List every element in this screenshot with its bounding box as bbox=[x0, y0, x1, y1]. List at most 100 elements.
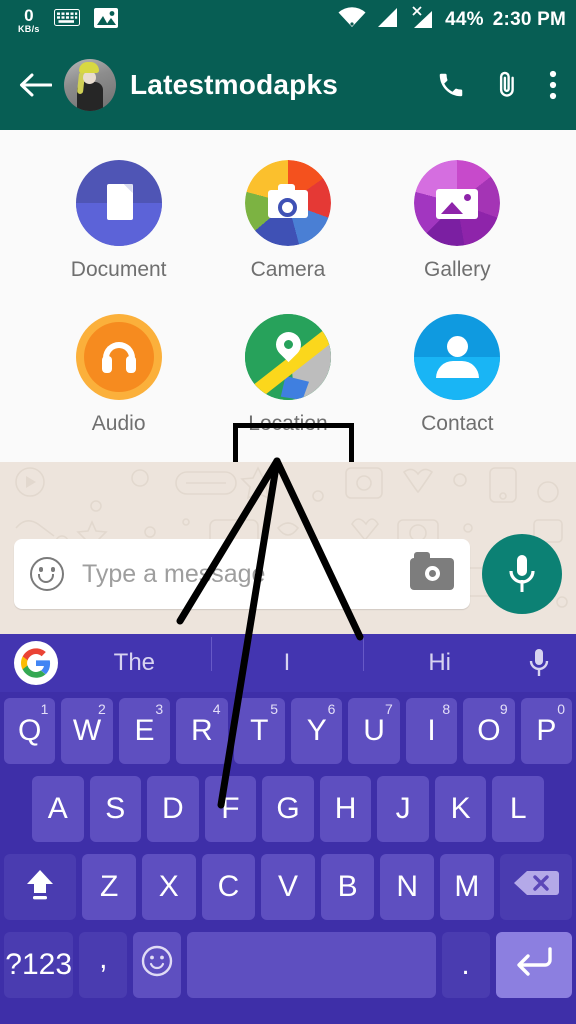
emoji-key[interactable] bbox=[133, 932, 181, 998]
key-l[interactable]: L bbox=[492, 776, 545, 842]
key-y[interactable]: Y6 bbox=[291, 698, 343, 764]
key-label: S bbox=[105, 792, 126, 825]
key-sup: 3 bbox=[155, 701, 164, 717]
wifi-icon bbox=[338, 7, 366, 33]
contact-person-icon bbox=[414, 314, 501, 400]
audio-icon-earcup-right bbox=[125, 356, 136, 373]
suggestion-2[interactable]: I bbox=[210, 637, 364, 677]
key-label: P bbox=[536, 714, 557, 747]
attachment-option-location[interactable]: Location bbox=[203, 298, 372, 452]
key-label: G bbox=[276, 792, 300, 825]
key-sup: 4 bbox=[212, 701, 221, 717]
key-sup: 0 bbox=[557, 701, 566, 717]
key-c[interactable]: C bbox=[201, 854, 256, 920]
microphone-icon[interactable] bbox=[516, 647, 562, 679]
shift-key[interactable] bbox=[4, 854, 77, 920]
key-label: J bbox=[395, 792, 411, 825]
app-bar-actions bbox=[436, 69, 558, 101]
key-sup: 5 bbox=[270, 701, 278, 717]
symbols-key[interactable]: ?123 bbox=[4, 932, 74, 998]
key-label: Z bbox=[100, 870, 119, 903]
camera-icon-lens bbox=[277, 198, 297, 217]
emoji-mouth bbox=[38, 574, 54, 583]
network-speed-value: 0 bbox=[24, 5, 34, 25]
key-p[interactable]: P0 bbox=[520, 698, 573, 764]
key-label: Y bbox=[306, 714, 327, 747]
attachment-option-document[interactable]: Document bbox=[34, 144, 203, 298]
voice-record-button[interactable] bbox=[482, 534, 562, 614]
key-label: , bbox=[99, 942, 108, 975]
google-g-logo[interactable] bbox=[14, 641, 58, 685]
key-i[interactable]: I8 bbox=[405, 698, 458, 764]
key-label: B bbox=[337, 870, 358, 903]
document-icon bbox=[75, 160, 162, 246]
attachment-option-contact[interactable]: Contact bbox=[373, 298, 542, 452]
attachment-option-gallery[interactable]: Gallery bbox=[373, 144, 542, 298]
key-label: Q bbox=[18, 714, 42, 747]
microphone-icon bbox=[509, 555, 535, 592]
key-b[interactable]: B bbox=[320, 854, 375, 920]
key-label: U bbox=[363, 714, 385, 747]
key-m[interactable]: M bbox=[440, 854, 494, 920]
key-d[interactable]: D bbox=[147, 776, 199, 842]
message-composer: Type a message bbox=[0, 534, 576, 614]
network-speed-indicator: 0 KB/s bbox=[18, 7, 40, 34]
key-label: ?123 bbox=[5, 948, 73, 981]
key-label: O bbox=[477, 714, 501, 747]
location-pin-map-icon bbox=[244, 314, 331, 400]
enter-key[interactable] bbox=[495, 932, 573, 998]
key-n[interactable]: N bbox=[380, 854, 435, 920]
suggestion-1[interactable]: The bbox=[58, 649, 211, 677]
keyboard-row-4: ?123 , . bbox=[0, 926, 576, 1004]
key-o[interactable]: O9 bbox=[463, 698, 515, 764]
key-r[interactable]: R4 bbox=[176, 698, 228, 764]
key-a[interactable]: A bbox=[31, 776, 84, 842]
key-s[interactable]: S bbox=[89, 776, 142, 842]
comma-key[interactable]: , bbox=[79, 932, 128, 998]
key-label: T bbox=[250, 714, 269, 747]
audio-icon-earcup-left bbox=[101, 356, 112, 373]
paperclip-icon[interactable] bbox=[492, 70, 522, 100]
emoji-smiley-icon[interactable] bbox=[30, 557, 64, 591]
space-key[interactable] bbox=[187, 932, 436, 998]
key-w[interactable]: W2 bbox=[61, 698, 113, 764]
key-sup: 7 bbox=[385, 701, 393, 717]
message-input-placeholder[interactable]: Type a message bbox=[82, 560, 410, 589]
key-g[interactable]: G bbox=[262, 776, 314, 842]
key-sup: 2 bbox=[97, 701, 106, 717]
key-q[interactable]: Q1 bbox=[3, 698, 56, 764]
key-sup: 9 bbox=[499, 701, 508, 717]
camera-icon bbox=[244, 160, 331, 246]
back-arrow-icon[interactable] bbox=[18, 72, 52, 98]
key-j[interactable]: J bbox=[377, 776, 429, 842]
backspace-key[interactable] bbox=[499, 854, 573, 920]
key-label: L bbox=[509, 792, 527, 825]
avatar[interactable] bbox=[64, 59, 116, 111]
gallery-icon-mountain bbox=[441, 202, 464, 214]
overflow-menu-icon[interactable] bbox=[548, 69, 558, 101]
key-label: D bbox=[162, 792, 184, 825]
key-z[interactable]: Z bbox=[82, 854, 136, 920]
phone-icon[interactable] bbox=[436, 70, 466, 100]
chat-title[interactable]: Latestmodapks bbox=[130, 69, 338, 101]
key-f[interactable]: F bbox=[204, 776, 257, 842]
message-input-box[interactable]: Type a message bbox=[14, 539, 470, 609]
suggestion-3[interactable]: Hi bbox=[363, 637, 516, 677]
backspace-icon bbox=[512, 867, 560, 907]
key-e[interactable]: E3 bbox=[118, 698, 171, 764]
key-k[interactable]: K bbox=[434, 776, 487, 842]
attachment-option-camera[interactable]: Camera bbox=[203, 144, 372, 298]
attachment-option-audio[interactable]: Audio bbox=[34, 298, 203, 452]
key-label: V bbox=[278, 870, 299, 903]
key-v[interactable]: V bbox=[261, 854, 315, 920]
camera-icon[interactable] bbox=[410, 552, 454, 590]
key-h[interactable]: H bbox=[319, 776, 372, 842]
status-bar: 0 KB/s 44% 2:30 PM bbox=[0, 0, 576, 40]
key-t[interactable]: T5 bbox=[233, 698, 285, 764]
keyboard-row-3: Z X C V B N M bbox=[0, 848, 576, 926]
avatar-hat bbox=[79, 62, 99, 73]
attachment-label-gallery: Gallery bbox=[424, 258, 491, 281]
period-key[interactable]: . bbox=[441, 932, 490, 998]
key-x[interactable]: X bbox=[141, 854, 196, 920]
key-u[interactable]: U7 bbox=[348, 698, 400, 764]
